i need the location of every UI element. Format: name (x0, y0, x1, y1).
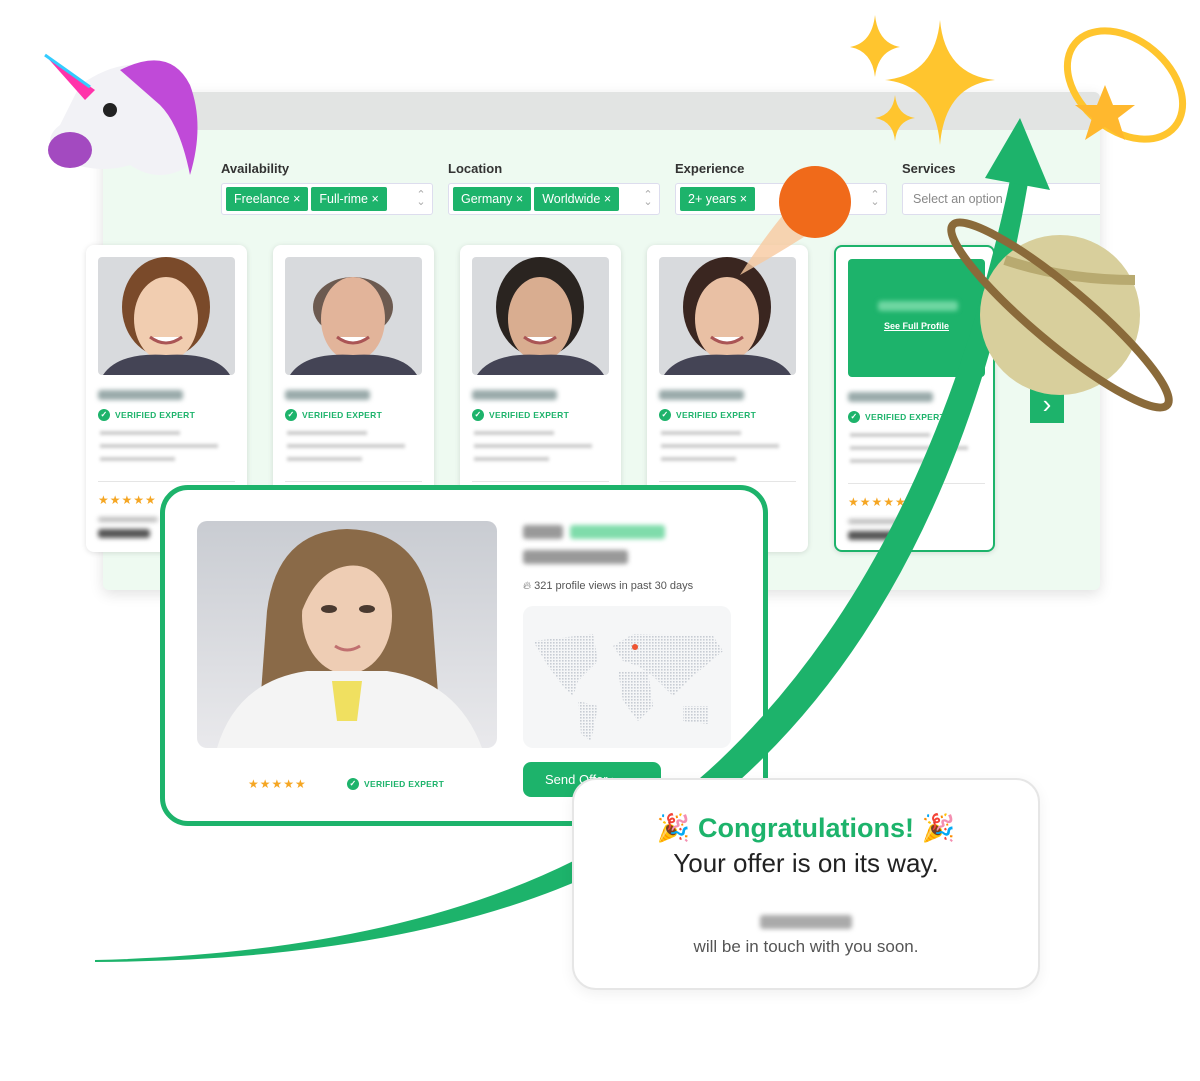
sparkles-icon (850, 15, 995, 145)
unicorn-icon (44, 53, 198, 175)
dizzy-star-icon (1063, 27, 1187, 143)
congrats-subtitle: Your offer is on its way. (673, 848, 939, 878)
party-popper-icon: 🎉 (656, 813, 691, 843)
comet-icon (740, 166, 851, 275)
congrats-title: 🎉 Congratulations! 🎉 (656, 813, 956, 843)
expert-name-blurred (760, 915, 852, 929)
party-popper-icon: 🎉 (921, 813, 956, 843)
congratulations-card: 🎉 Congratulations! 🎉 Your offer is on it… (572, 778, 1040, 990)
congrats-message: will be in touch with you soon. (693, 937, 919, 956)
planet-icon (947, 218, 1173, 412)
